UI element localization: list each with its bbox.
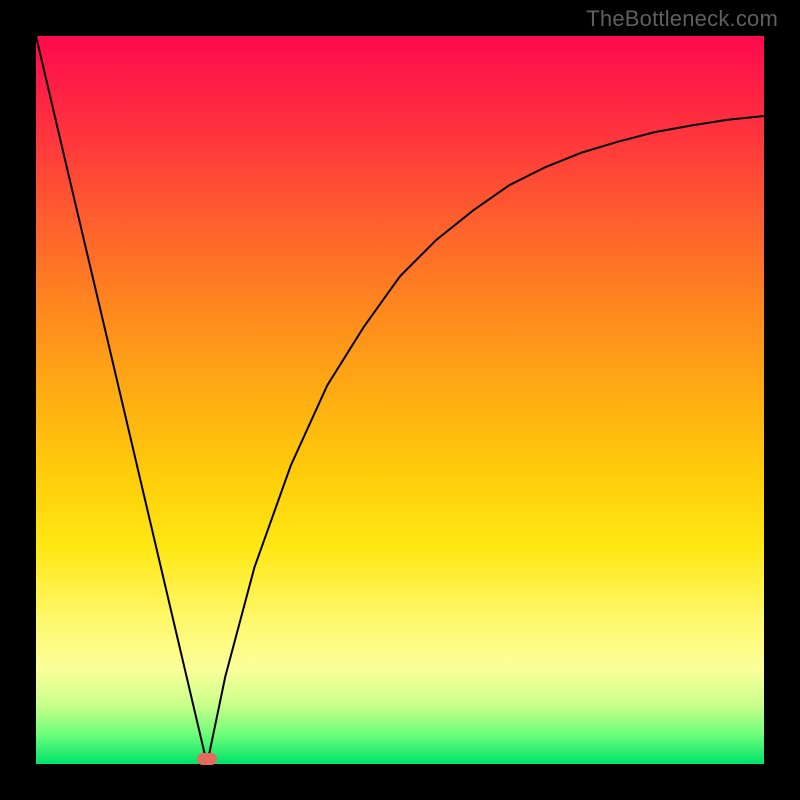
minimum-marker bbox=[197, 753, 217, 765]
curve-path bbox=[36, 36, 764, 764]
watermark-text: TheBottleneck.com bbox=[586, 6, 778, 32]
plot-area bbox=[36, 36, 764, 764]
chart-frame: TheBottleneck.com bbox=[0, 0, 800, 800]
curve-svg bbox=[36, 36, 764, 764]
